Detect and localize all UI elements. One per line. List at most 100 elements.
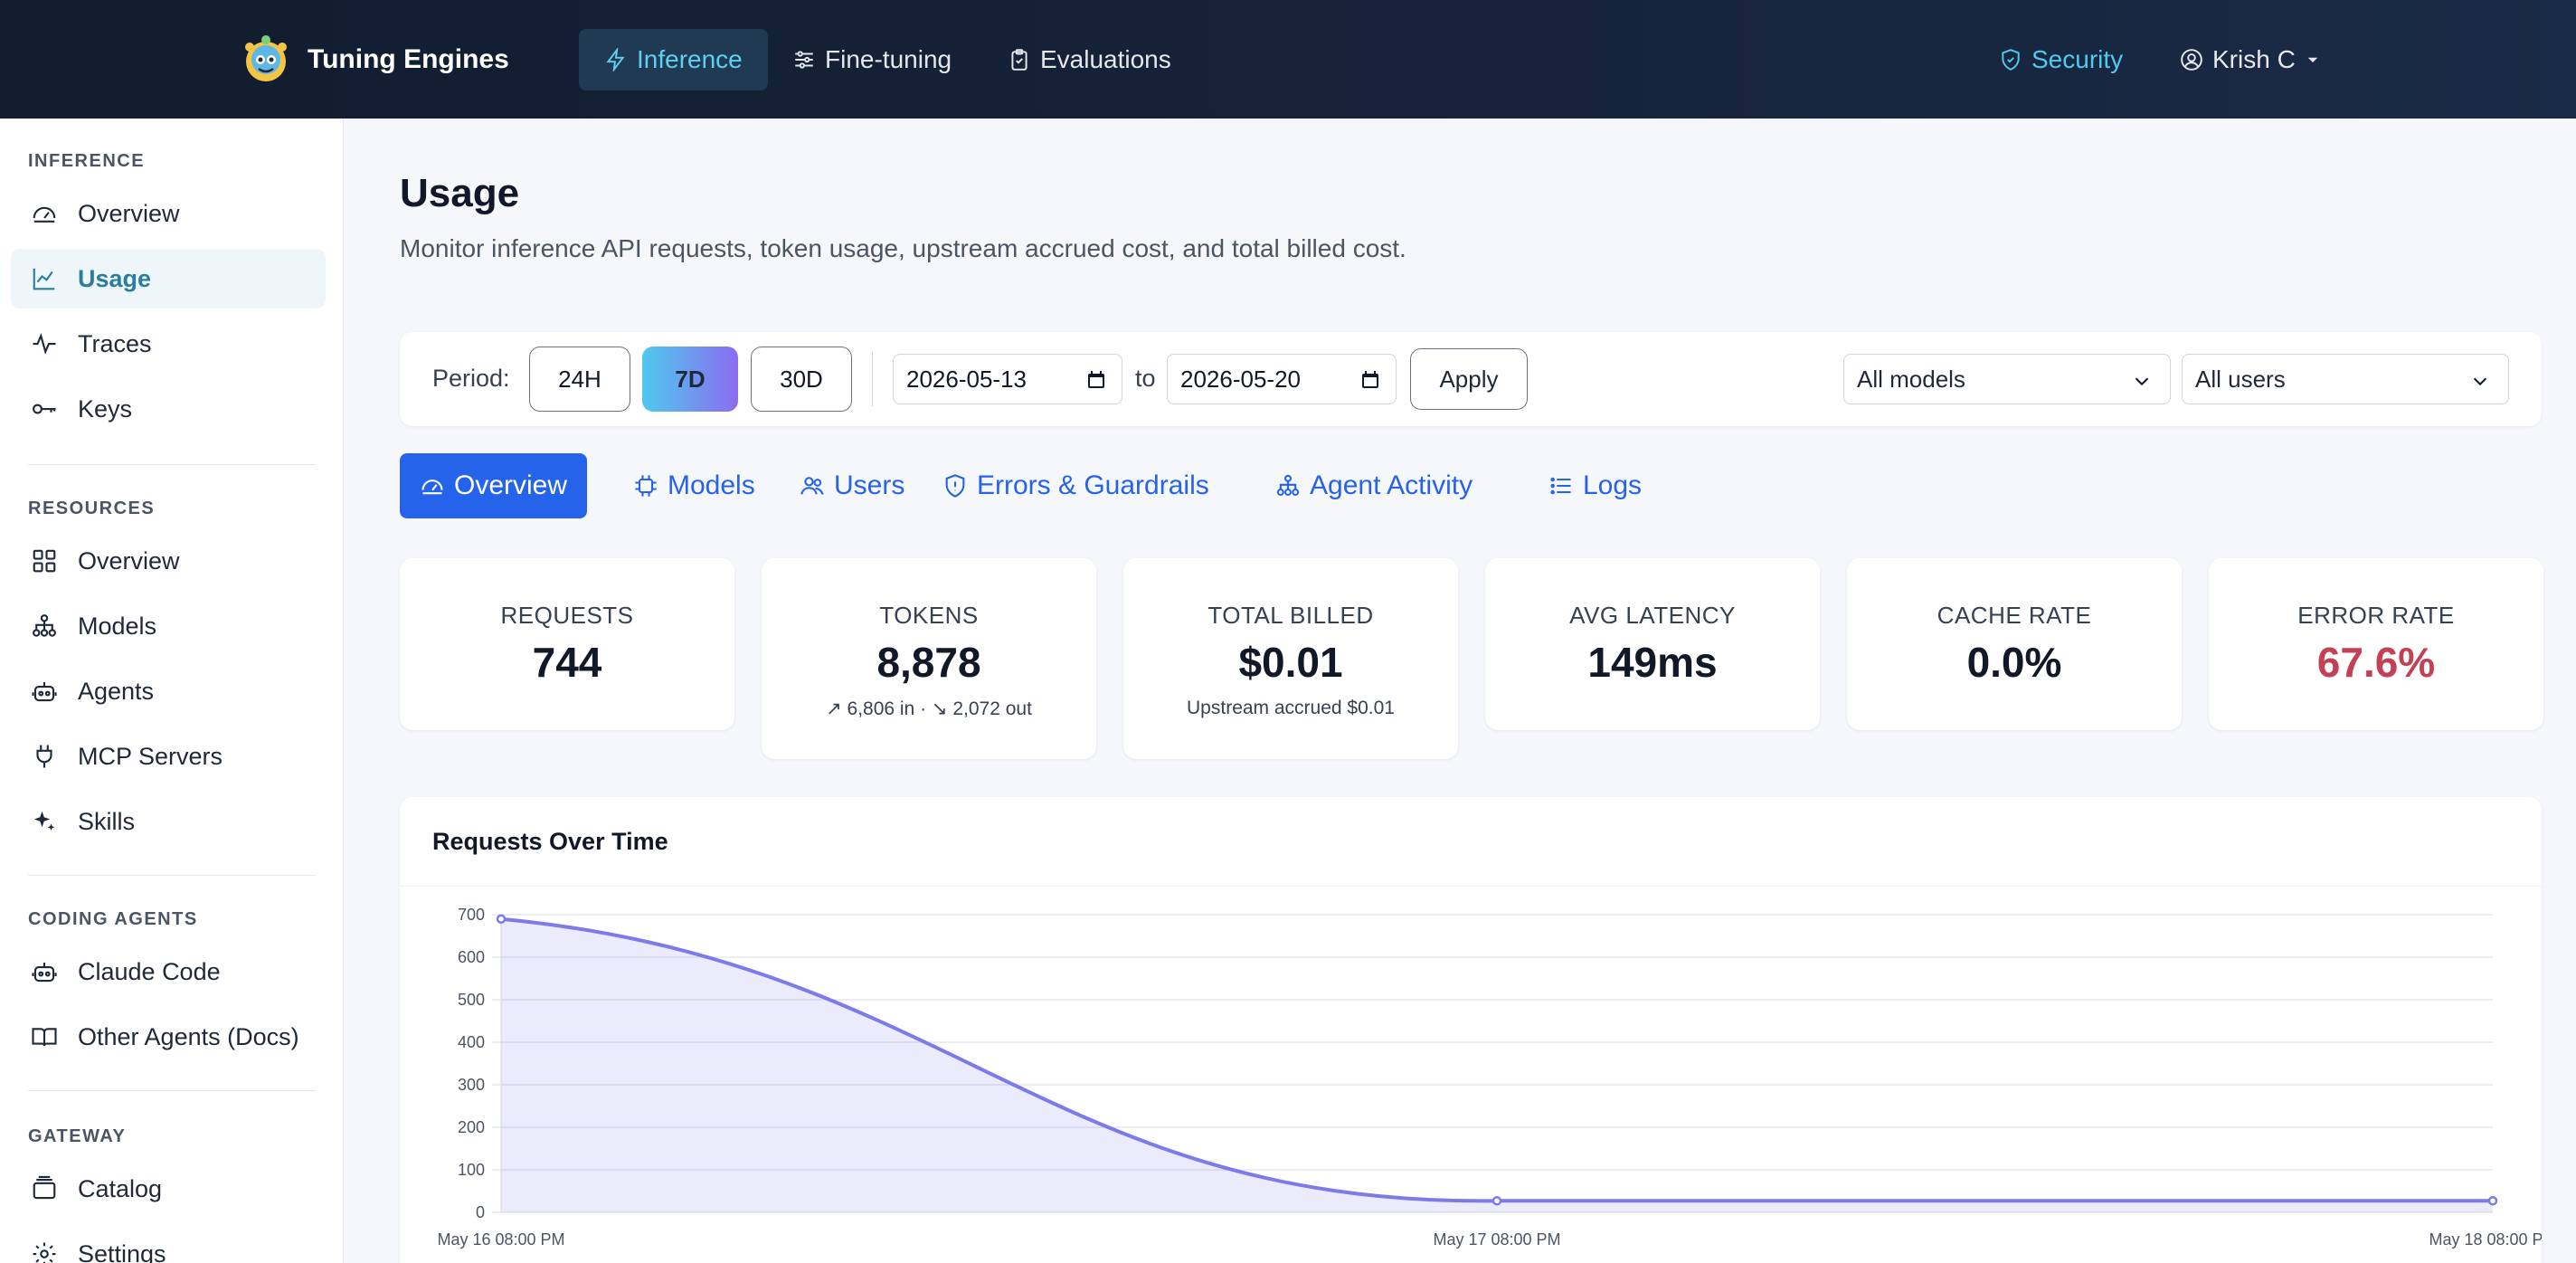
calendar-icon bbox=[1088, 371, 1104, 388]
stat-card-cache-rate: CACHE RATE 0.0% bbox=[1847, 558, 2182, 730]
y-tick-label: 200 bbox=[458, 1118, 485, 1136]
requests-over-time-chart: 0 100 200 300 400 500 600 700 May 16 08:00 PM May… bbox=[437, 906, 2542, 1249]
shield-alert-icon bbox=[945, 474, 965, 498]
stat-card-error-rate: ERROR RATE 67.6% bbox=[2209, 558, 2543, 730]
x-tick-label: May 16 08:00 PM bbox=[437, 1230, 564, 1249]
chart-title: Requests Over Time bbox=[432, 828, 668, 855]
top-navbar: Tuning Engines Inference Fine-tuning Eva… bbox=[0, 0, 2576, 119]
chevron-down-icon bbox=[2473, 377, 2487, 386]
y-tick-label: 100 bbox=[458, 1161, 485, 1179]
y-tick-label: 700 bbox=[458, 906, 485, 924]
brand[interactable]: Tuning Engines bbox=[239, 33, 509, 87]
sidebar-item-label: Settings bbox=[78, 1239, 166, 1263]
date-from-value: 2026-05-13 bbox=[906, 365, 1027, 393]
y-tick-label: 300 bbox=[458, 1076, 485, 1094]
stat-card-total-billed: TOTAL BILLED $0.01 Upstream accrued $0.0… bbox=[1123, 558, 1458, 759]
sidebar-item-traces[interactable]: Traces bbox=[11, 314, 326, 374]
stat-label: TOTAL BILLED bbox=[1208, 602, 1374, 629]
sidebar-item-overview[interactable]: Overview bbox=[11, 184, 326, 243]
stat-sub: Upstream accrued $0.01 bbox=[1187, 698, 1395, 718]
tab-agent-activity[interactable]: Agent Activity bbox=[1255, 453, 1492, 518]
sidebar-item-label: Agents bbox=[78, 677, 155, 705]
sidebar-item-catalog[interactable]: Catalog bbox=[11, 1159, 326, 1219]
chip-icon bbox=[635, 475, 657, 497]
sidebar-item-skills[interactable]: Skills bbox=[11, 792, 326, 851]
period-7d-button[interactable]: 7D bbox=[642, 347, 738, 412]
stat-value: $0.01 bbox=[1238, 639, 1343, 686]
sidebar-item-label: Overview bbox=[78, 199, 180, 227]
nav-security[interactable]: Security bbox=[1981, 29, 2141, 90]
sidebar-item-label: MCP Servers bbox=[78, 742, 223, 770]
data-point bbox=[1492, 1196, 1502, 1206]
user-menu[interactable]: Krish C bbox=[2162, 29, 2339, 90]
main-content: Usage Monitor inference API requests, to… bbox=[344, 119, 2576, 1263]
sidebar-item-label: Models bbox=[78, 612, 157, 640]
sidebar-divider bbox=[28, 1090, 316, 1091]
requests-chart-card: Requests Over Time 0 100 200 300 400 500 600 70… bbox=[400, 797, 2542, 1263]
gauge-icon bbox=[33, 206, 56, 223]
nav-inference-label: Inference bbox=[637, 45, 743, 73]
tab-overview[interactable]: Overview bbox=[400, 453, 588, 518]
tab-users[interactable]: Users bbox=[780, 453, 924, 518]
stat-value: 0.0% bbox=[1966, 639, 2062, 686]
shield-check-icon bbox=[2002, 49, 2020, 71]
sidebar-item-settings[interactable]: Settings bbox=[11, 1224, 326, 1263]
tab-errors-guardrails[interactable]: Errors & Guardrails bbox=[923, 453, 1229, 518]
nav-fine-tuning-label: Fine-tuning bbox=[825, 45, 952, 73]
bolt-icon bbox=[606, 48, 625, 71]
list-icon bbox=[1550, 477, 1571, 495]
period-30d-button[interactable]: 30D bbox=[751, 347, 852, 412]
sparkle-icon bbox=[33, 811, 55, 831]
tab-label: Users bbox=[834, 470, 905, 500]
page-title: Usage bbox=[400, 171, 520, 215]
sidebar-item-claude-code[interactable]: Claude Code bbox=[11, 942, 326, 1002]
sidebar-item-label: Keys bbox=[78, 394, 133, 423]
network-icon bbox=[33, 614, 56, 637]
sidebar-section-inference: INFERENCE bbox=[28, 151, 146, 171]
date-to-input[interactable]: 2026-05-20 bbox=[1167, 354, 1397, 404]
sidebar-item-usage[interactable]: Usage bbox=[11, 249, 326, 309]
models-select[interactable]: All models bbox=[1843, 354, 2171, 404]
tab-logs[interactable]: Logs bbox=[1529, 453, 1662, 518]
pulse-icon bbox=[33, 333, 56, 355]
sidebar-section-coding-agents: CODING AGENTS bbox=[28, 909, 198, 929]
series-area bbox=[501, 918, 2493, 1212]
sidebar-item-models[interactable]: Models bbox=[11, 596, 326, 656]
page-subtitle: Monitor inference API requests, token us… bbox=[400, 234, 1406, 262]
y-tick-label: 400 bbox=[458, 1033, 485, 1051]
chart-divider bbox=[400, 886, 2542, 887]
stat-label: ERROR RATE bbox=[2297, 602, 2455, 629]
stat-card-avg-latency: AVG LATENCY 149ms bbox=[1485, 558, 1820, 730]
robot-icon bbox=[32, 963, 57, 983]
date-from-input[interactable]: 2026-05-13 bbox=[893, 354, 1122, 404]
filter-separator bbox=[872, 352, 873, 406]
key-icon bbox=[33, 404, 56, 414]
data-point bbox=[496, 914, 507, 924]
y-tick-label: 500 bbox=[458, 991, 485, 1009]
users-select[interactable]: All users bbox=[2182, 354, 2509, 404]
stat-card-requests: REQUESTS 744 bbox=[400, 558, 734, 730]
nav-evaluations[interactable]: Evaluations bbox=[982, 29, 1197, 90]
sidebar-item-keys[interactable]: Keys bbox=[11, 379, 326, 439]
tab-models[interactable]: Models bbox=[613, 453, 775, 518]
catalog-icon bbox=[33, 1175, 56, 1200]
period-label: Period: bbox=[432, 365, 510, 392]
tab-label: Overview bbox=[454, 470, 568, 500]
sidebar-item-agents[interactable]: Agents bbox=[11, 661, 326, 721]
nav-inference[interactable]: Inference bbox=[579, 29, 768, 90]
sliders-icon bbox=[795, 51, 813, 69]
sidebar-item-other-agents[interactable]: Other Agents (Docs) bbox=[11, 1007, 326, 1067]
robot-icon bbox=[32, 682, 57, 702]
sidebar-section-resources: RESOURCES bbox=[28, 499, 156, 518]
stat-value: 67.6% bbox=[2316, 639, 2436, 686]
nav-fine-tuning[interactable]: Fine-tuning bbox=[769, 29, 977, 90]
sidebar-item-resources-overview[interactable]: Overview bbox=[11, 531, 326, 591]
clipboard-icon bbox=[1011, 49, 1028, 71]
sidebar-item-mcp-servers[interactable]: MCP Servers bbox=[11, 726, 326, 786]
apply-button[interactable]: Apply bbox=[1410, 348, 1528, 410]
stat-label: CACHE RATE bbox=[1937, 602, 2092, 629]
sidebar-item-label: Other Agents (Docs) bbox=[78, 1022, 299, 1050]
nav-security-label: Security bbox=[2031, 45, 2124, 73]
sidebar-section-gateway: GATEWAY bbox=[28, 1126, 127, 1146]
period-24h-button[interactable]: 24H bbox=[529, 347, 630, 412]
